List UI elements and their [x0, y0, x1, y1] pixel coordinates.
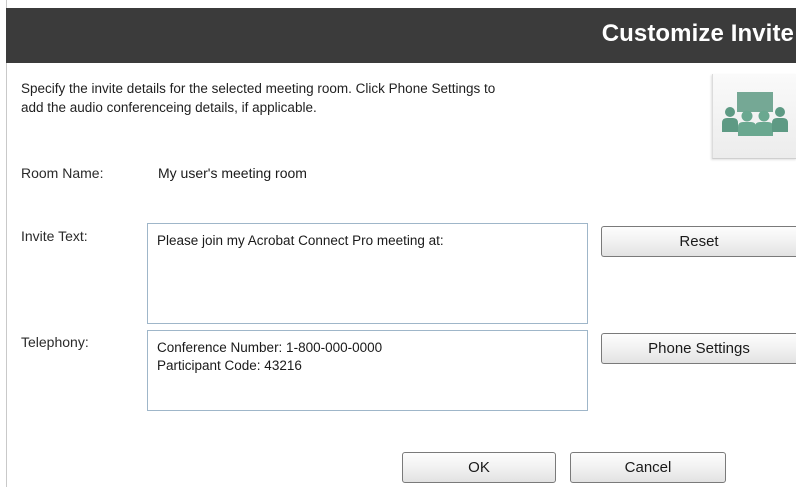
customize-invite-dialog: Customize Invite Specify the invite deta… — [0, 0, 796, 487]
dialog-title: Customize Invite — [601, 20, 794, 47]
meeting-room-icon — [722, 92, 788, 136]
left-border — [6, 0, 7, 487]
invite-text-field[interactable]: Please join my Acrobat Connect Pro meeti… — [147, 223, 588, 324]
room-name-value: My user's meeting room — [158, 165, 307, 181]
ok-button[interactable]: OK — [402, 452, 556, 483]
intro-line-2: add the audio conferenceing details, if … — [21, 100, 317, 115]
invite-text-label: Invite Text: — [21, 228, 88, 244]
participant-code-line: Participant Code: 43216 — [157, 358, 302, 373]
title-bar: Customize Invite — [6, 8, 796, 63]
cancel-button[interactable]: Cancel — [570, 452, 726, 483]
intro-text: Specify the invite details for the selec… — [21, 79, 661, 117]
room-name-label: Room Name: — [21, 165, 104, 181]
phone-settings-button[interactable]: Phone Settings — [601, 333, 796, 364]
reset-button[interactable]: Reset — [601, 226, 796, 257]
telephony-field[interactable]: Conference Number: 1-800-000-0000 Partic… — [147, 330, 588, 411]
top-strip — [0, 0, 796, 8]
invite-text-content: Please join my Acrobat Connect Pro meeti… — [157, 233, 444, 248]
intro-line-1: Specify the invite details for the selec… — [21, 81, 496, 96]
conference-number-line: Conference Number: 1-800-000-0000 — [157, 340, 383, 355]
meeting-room-icon-tile — [712, 74, 796, 159]
telephony-label: Telephony: — [21, 334, 89, 350]
